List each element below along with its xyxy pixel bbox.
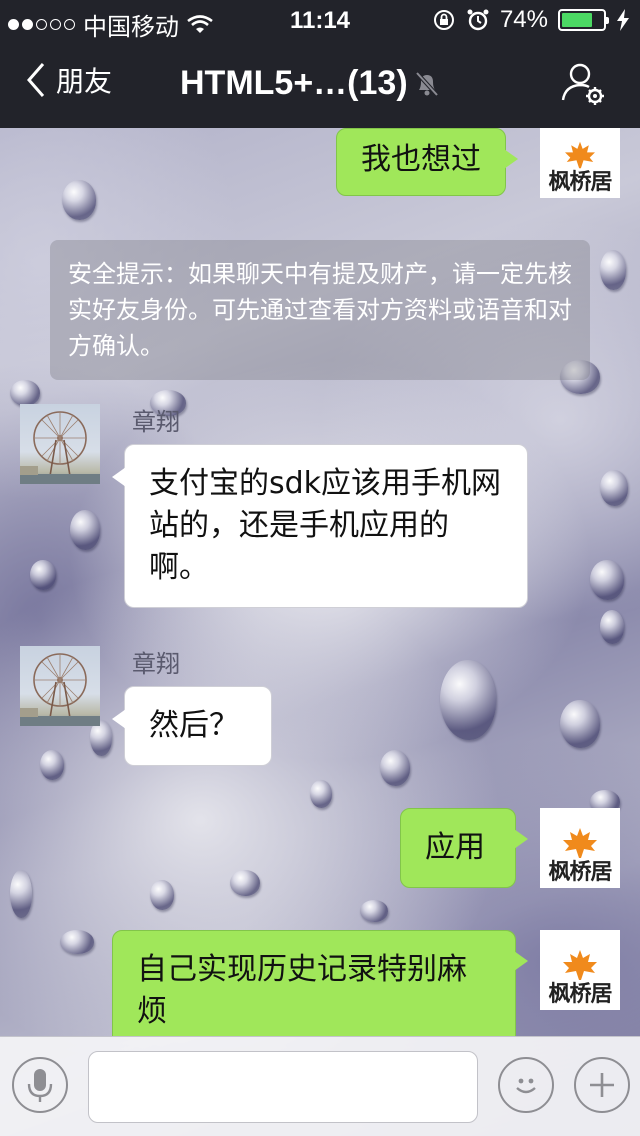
message-bubble-outgoing[interactable]: 我也想过 (336, 128, 518, 196)
avatar[interactable] (20, 404, 100, 484)
nav-bar: 朋友 HTML5+…(13) (0, 40, 640, 128)
bell-slash-icon (415, 71, 439, 96)
security-notice: 安全提示：如果聊天中有提及财产，请一定先核实好友身份。可先通过查看对方资料或语音… (50, 240, 590, 380)
input-bar (0, 1036, 640, 1136)
plus-icon (590, 1073, 614, 1097)
message-list[interactable]: 我也想过 枫桥居 安全提示：如果聊天中有提及财产，请一定先核实好友身份。可先通过… (0, 128, 640, 1036)
avatar[interactable]: 枫桥居 (540, 128, 620, 198)
smiley-icon (516, 1078, 536, 1094)
charging-bolt-icon (617, 9, 629, 31)
sender-name: 章翔 (132, 650, 180, 678)
chevron-left-icon (27, 63, 45, 97)
maple-leaf-icon (565, 141, 595, 169)
chat-title-text: HTML5+…(13) (180, 64, 408, 102)
message-text: 然后？ (149, 708, 239, 743)
battery-icon (558, 9, 609, 31)
message-bubble-incoming[interactable]: 支付宝的sdk应该用手机网站的，还是手机应用的啊。 (112, 444, 528, 608)
back-label: 朋友 (56, 65, 113, 98)
maple-leaf-icon (563, 950, 597, 980)
avatar-text: 枫桥居 (548, 170, 612, 195)
message-text: 自己实现历史记录特别麻烦 (137, 952, 467, 1029)
message-text: 应用 (425, 830, 485, 865)
message-bubble-outgoing[interactable]: 自己实现历史记录特别麻烦 (112, 930, 528, 1036)
person-gear-icon (561, 63, 604, 105)
message-text: 支付宝的sdk应该用手机网站的，还是手机应用的啊。 (149, 466, 502, 585)
notice-text: 安全提示：如果聊天中有提及财产，请一定先核实好友身份。可先通过查看对方资料或语音… (68, 260, 572, 360)
avatar[interactable]: 枫桥居 (540, 808, 620, 888)
message-input[interactable] (88, 1051, 478, 1123)
orientation-lock-icon (433, 10, 454, 30)
ferris-wheel-icon (20, 411, 100, 484)
message-text: 我也想过 (361, 142, 481, 177)
avatar[interactable] (20, 646, 100, 726)
message-bubble-incoming[interactable]: 然后？ (112, 686, 272, 766)
avatar-text: 枫桥居 (548, 982, 612, 1007)
avatar[interactable]: 枫桥居 (540, 930, 620, 1010)
message-bubble-outgoing[interactable]: 应用 (400, 808, 528, 888)
status-right: 74% (432, 6, 630, 34)
emoji-button[interactable] (498, 1057, 554, 1113)
group-settings-button[interactable] (560, 60, 608, 108)
battery-percent: 74% (499, 6, 548, 33)
avatar-text: 枫桥居 (548, 860, 612, 885)
chat-title: HTML5+…(13) (180, 64, 440, 103)
back-button[interactable]: 朋友 (26, 60, 112, 100)
sender-name: 章翔 (132, 408, 180, 436)
voice-button[interactable] (12, 1057, 68, 1113)
status-bar: 中国移动 11:14 74% (0, 0, 640, 41)
more-button[interactable] (574, 1057, 630, 1113)
alarm-icon (467, 9, 489, 31)
maple-leaf-icon (563, 828, 597, 858)
microphone-icon (27, 1069, 53, 1102)
ferris-wheel-icon (20, 653, 100, 726)
